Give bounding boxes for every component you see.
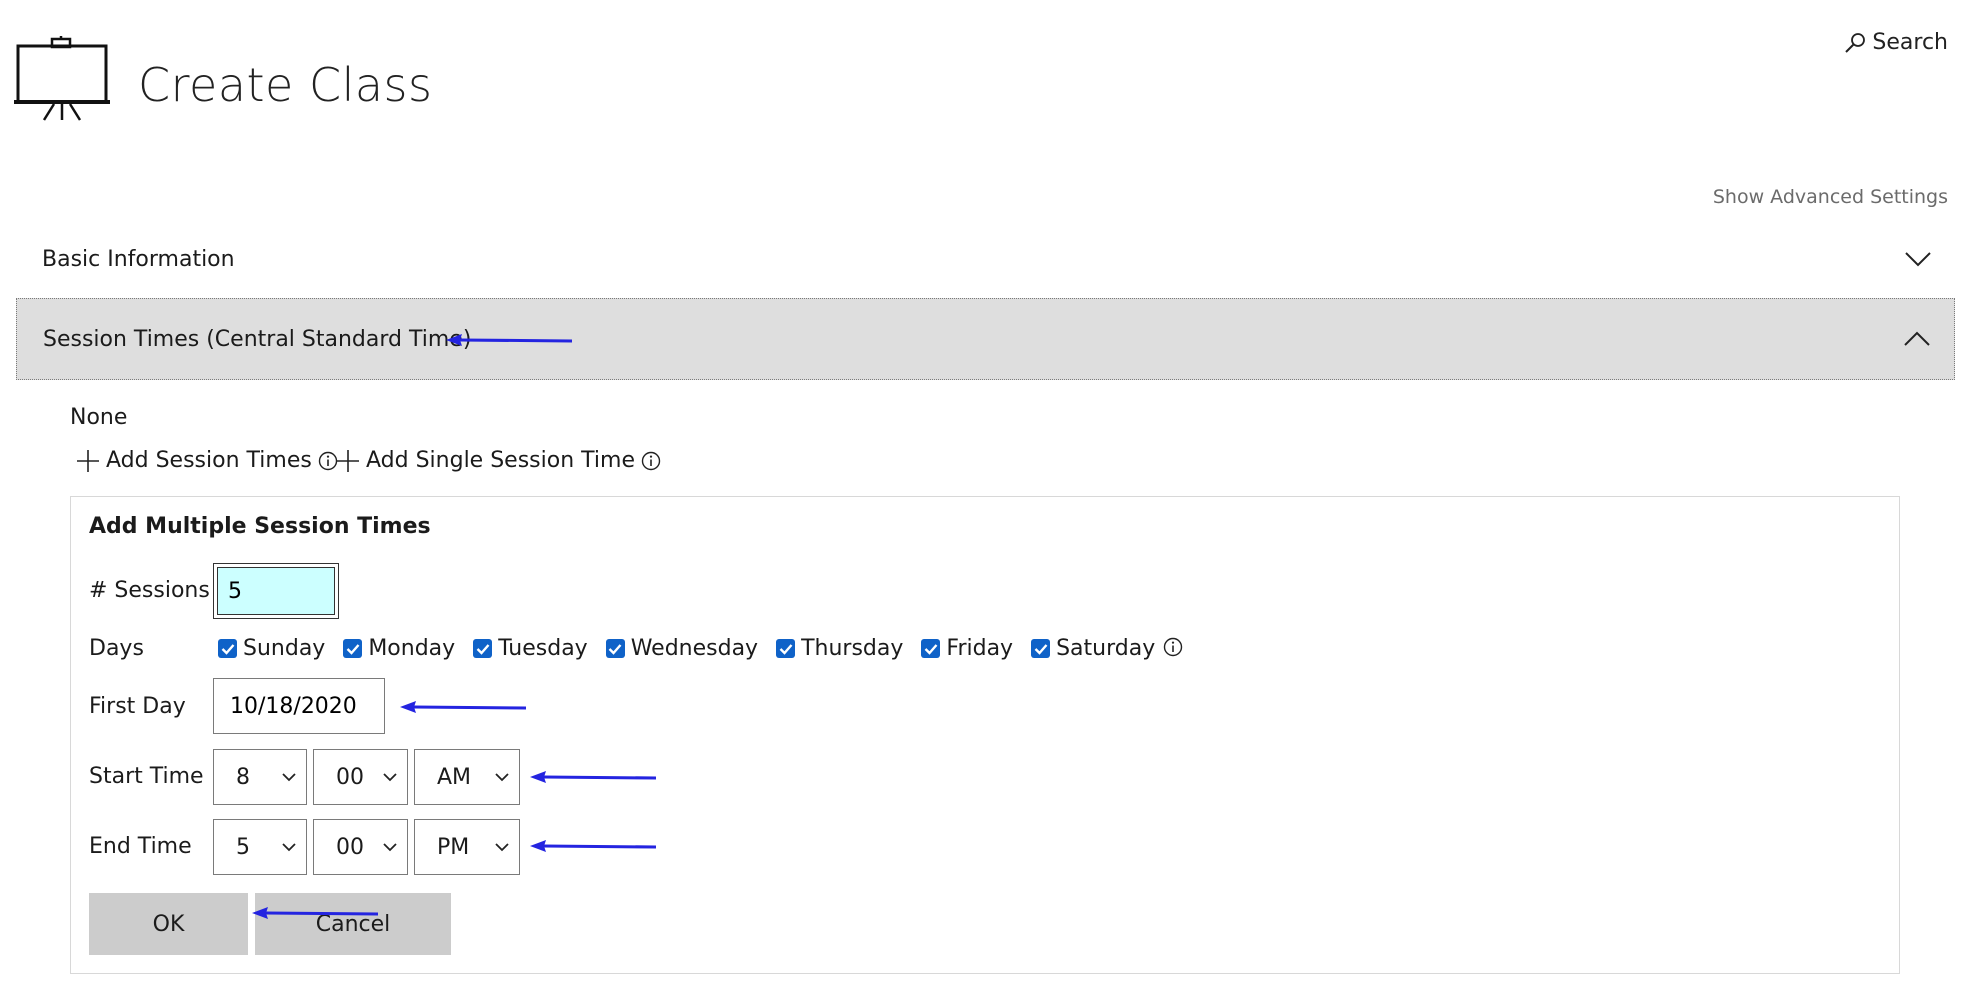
checkmark-icon [608,643,622,655]
caret-down-icon [495,842,509,851]
checkbox-checked[interactable] [921,639,941,658]
info-icon[interactable] [1163,637,1183,657]
day-label: Tuesday [498,636,588,661]
day-checkbox-saturday[interactable]: Saturday [1031,636,1155,661]
caret-down-icon [495,772,509,781]
checkbox-checked[interactable] [343,639,363,658]
cancel-button[interactable]: Cancel [255,893,451,955]
checkmark-icon [924,643,938,655]
sessions-input[interactable] [217,567,335,615]
day-checkbox-tuesday[interactable]: Tuesday [473,636,588,661]
add-single-session-label: Add Single Session Time [366,448,635,473]
day-label: Wednesday [630,636,759,661]
checkbox-checked[interactable] [776,639,796,658]
annotation-arrow-icon [400,701,527,713]
end-time-label: End Time [89,834,192,859]
accordion-session-label: Session Times (Central Standard Time) [43,326,472,352]
start-hour-value: 8 [236,764,250,790]
day-checkbox-wednesday[interactable]: Wednesday [605,636,759,661]
day-checkbox-sunday[interactable]: Sunday [218,636,325,661]
end-ampm-select[interactable]: PM [414,819,520,875]
day-label: Friday [946,636,1014,661]
day-label: Monday [368,636,456,661]
chevron-down-icon [1905,252,1931,267]
start-hour-select[interactable]: 8 [213,749,307,805]
checkmark-icon [1034,643,1047,655]
search-label: Search [1872,30,1948,55]
annotation-arrow-icon [252,907,379,919]
caret-down-icon [383,842,397,851]
info-icon[interactable] [641,451,661,471]
annotation-arrow-icon [446,334,573,346]
caret-down-icon [282,842,296,851]
day-label: Thursday [801,636,904,661]
day-label: Sunday [243,636,326,661]
checkmark-icon [476,643,490,655]
end-hour-value: 5 [236,834,250,860]
sessions-label: # Sessions [89,578,210,603]
checkbox-checked[interactable] [605,639,625,658]
add-session-times-label: Add Session Times [106,448,312,473]
search-link[interactable]: Search [1844,30,1948,55]
plus-icon [337,449,359,472]
no-sessions-text: None [70,405,128,430]
caret-down-icon [383,772,397,781]
panel-title: Add Multiple Session Times [89,514,431,539]
class-presentation-icon [14,36,110,121]
days-label: Days [89,636,144,661]
annotation-arrow-icon [530,840,657,852]
add-single-session-time-link[interactable]: Add Single Session Time [336,448,661,473]
info-icon[interactable] [318,451,338,471]
caret-down-icon [282,772,296,781]
add-session-times-link[interactable]: Add Session Times [76,448,338,473]
search-icon [1845,32,1866,53]
checkmark-icon [346,643,360,655]
day-checkbox-thursday[interactable]: Thursday [776,636,903,661]
days-checkbox-group: Sunday Monday Tuesday Wednesday Thursday… [218,636,1183,661]
accordion-session-times[interactable]: Session Times (Central Standard Time) [16,298,1955,380]
start-time-label: Start Time [89,764,204,789]
start-ampm-select[interactable]: AM [414,749,520,805]
annotation-arrow-icon [530,771,657,783]
checkbox-checked[interactable] [1031,639,1051,658]
accordion-basic-information[interactable]: Basic Information [16,219,1955,299]
day-label: Saturday [1056,636,1156,661]
ok-button[interactable]: OK [89,893,248,955]
start-minute-value: 00 [336,764,364,790]
end-minute-select[interactable]: 00 [313,819,408,875]
end-minute-value: 00 [336,834,364,860]
checkmark-icon [221,643,234,655]
day-checkbox-friday[interactable]: Friday [921,636,1013,661]
show-advanced-settings-link[interactable]: Show Advanced Settings [1713,186,1948,208]
chevron-up-icon [1904,331,1930,346]
first-day-label: First Day [89,694,186,719]
first-day-input[interactable] [213,678,385,734]
start-ampm-value: AM [437,764,472,790]
end-ampm-value: PM [437,834,470,860]
page-title: Create Class [138,58,433,112]
checkbox-checked[interactable] [218,639,237,658]
accordion-basic-label: Basic Information [42,246,235,272]
checkmark-icon [779,643,792,655]
day-checkbox-monday[interactable]: Monday [343,636,455,661]
plus-icon [77,449,99,472]
sessions-field-wrapper [213,563,339,619]
start-minute-select[interactable]: 00 [313,749,408,805]
end-hour-select[interactable]: 5 [213,819,307,875]
checkbox-checked[interactable] [473,639,493,658]
